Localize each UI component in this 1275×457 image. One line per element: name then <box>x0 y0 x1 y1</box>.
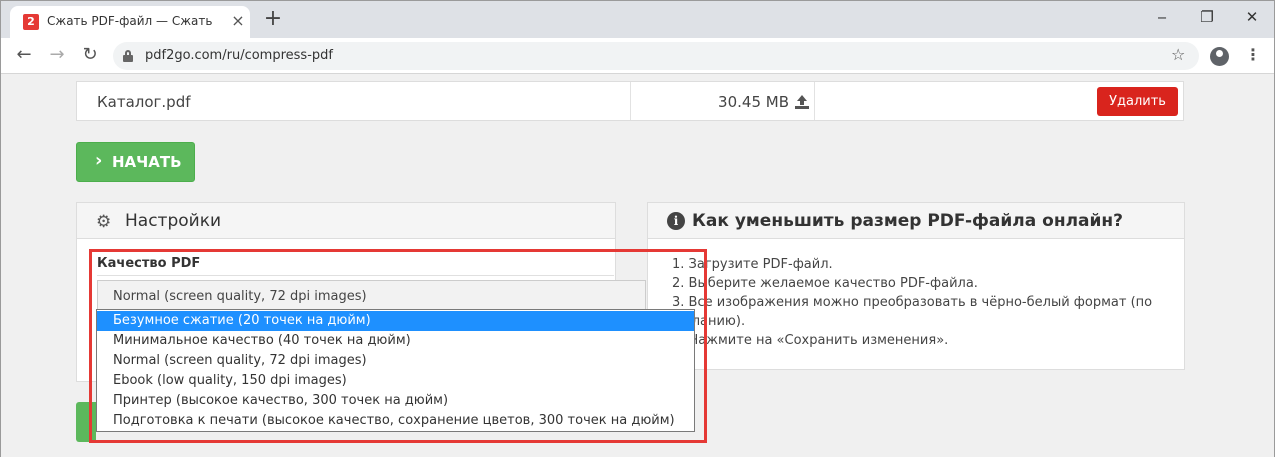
maximize-icon[interactable]: ❐ <box>1192 5 1222 29</box>
reload-icon[interactable]: ↻ <box>78 43 102 67</box>
browser-menu-icon[interactable]: ⋮ <box>1245 45 1261 64</box>
gears-icon: ⚙ <box>96 212 112 232</box>
help-header: i Как уменьшить размер PDF-файла онлайн? <box>648 203 1184 239</box>
tab-title: Сжать PDF-файл — Сжать PDF-файл <box>47 14 217 28</box>
back-icon[interactable]: ← <box>12 43 36 67</box>
profile-avatar-icon[interactable] <box>1210 47 1229 66</box>
start-button-label: НАЧАТЬ <box>112 153 182 171</box>
pdf2go-favicon-icon: 2 <box>23 14 39 30</box>
help-step: 1. Загрузите PDF-файл. <box>672 257 833 272</box>
file-row: Каталог.pdf 30.45 MB Удалить <box>76 81 1184 121</box>
divider <box>814 82 815 120</box>
chevron-right-icon: › <box>95 150 103 171</box>
page-content: Каталог.pdf 30.45 MB Удалить › НАЧАТЬ ⚙ … <box>1 75 1274 457</box>
help-steps: 1. Загрузите PDF-файл. 2. Выберите желае… <box>672 255 1172 350</box>
lock-icon <box>123 50 133 62</box>
url-text: pdf2go.com/ru/compress-pdf <box>145 48 333 63</box>
new-tab-icon[interactable]: + <box>262 7 284 31</box>
start-button[interactable]: › НАЧАТЬ <box>76 142 195 182</box>
minimize-icon[interactable]: ‒ <box>1147 5 1177 29</box>
tab-strip: 2 Сжать PDF-файл — Сжать PDF-файл × + ‒ … <box>1 1 1274 38</box>
help-panel: i Как уменьшить размер PDF-файла онлайн?… <box>647 202 1185 370</box>
delete-button[interactable]: Удалить <box>1097 87 1178 116</box>
bookmark-star-icon[interactable]: ☆ <box>1171 45 1185 64</box>
browser-toolbar: ← → ↻ pdf2go.com/ru/compress-pdf ☆ ⋮ <box>1 38 1274 74</box>
help-step: 2. Выберите желаемое качество PDF-файла. <box>672 276 978 291</box>
tab-close-icon[interactable]: × <box>230 12 246 30</box>
upload-icon <box>795 95 809 109</box>
help-title: Как уменьшить размер PDF-файла онлайн? <box>692 211 1124 231</box>
file-size: 30.45 MB <box>718 93 789 111</box>
window-close-icon[interactable]: ✕ <box>1237 5 1267 29</box>
annotation-highlight-box <box>89 249 707 443</box>
info-icon: i <box>667 212 685 230</box>
divider <box>630 82 631 120</box>
settings-title: Настройки <box>125 211 222 231</box>
file-name: Каталог.pdf <box>97 93 191 111</box>
address-bar[interactable]: pdf2go.com/ru/compress-pdf ☆ <box>113 42 1199 70</box>
browser-tab[interactable]: 2 Сжать PDF-файл — Сжать PDF-файл × <box>10 6 250 38</box>
help-step: 3. Все изображения можно преобразовать в… <box>672 295 1153 329</box>
help-step: 4. Нажмите на «Сохранить изменения». <box>672 333 949 348</box>
forward-icon[interactable]: → <box>45 43 69 67</box>
settings-header: ⚙ Настройки <box>77 203 615 239</box>
